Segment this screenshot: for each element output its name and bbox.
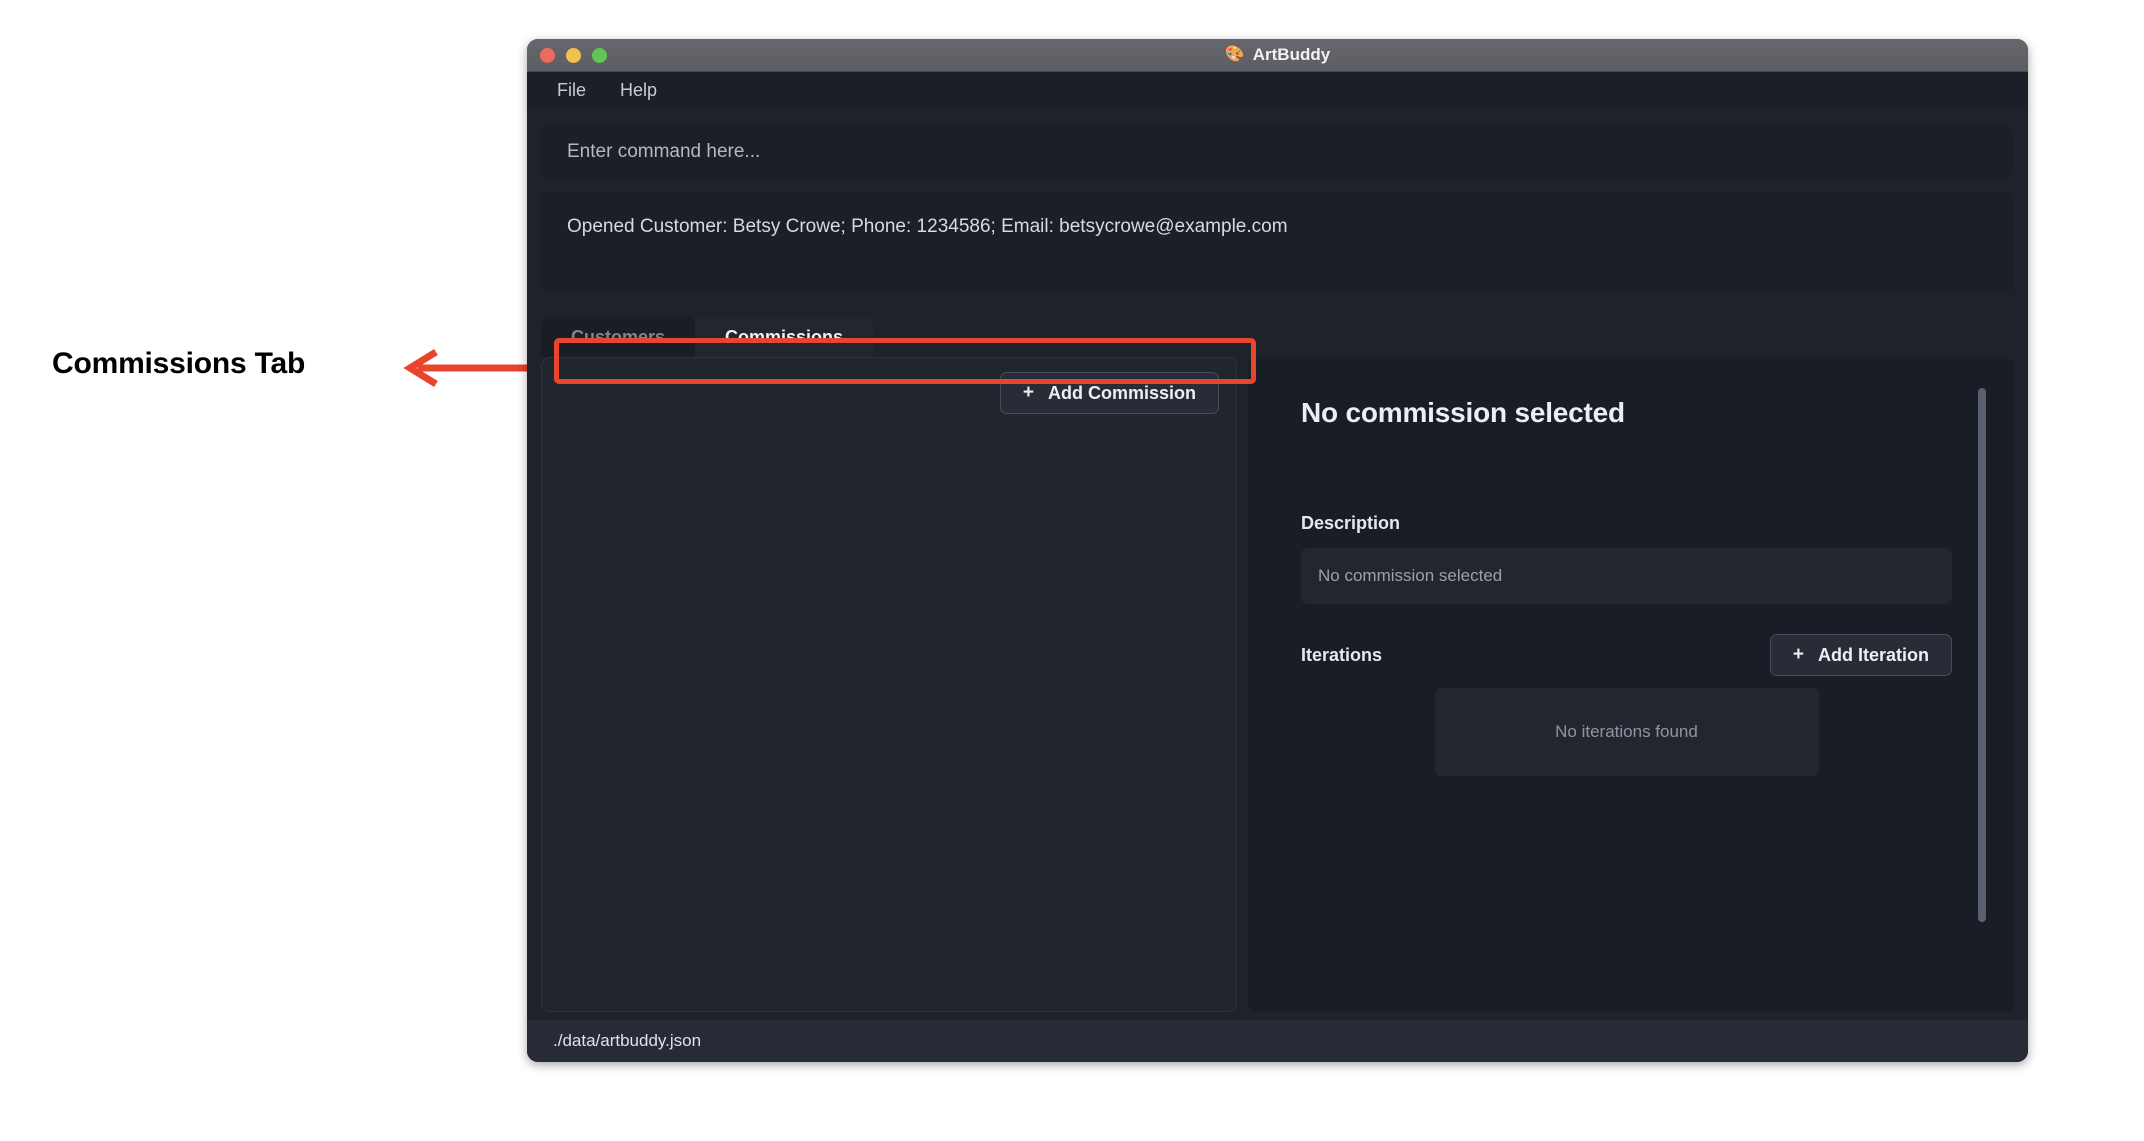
window-title-group: 🎨 ArtBuddy — [527, 45, 2028, 65]
tab-content: + Add Commission No commission selected … — [541, 357, 2014, 1020]
maximize-window-button[interactable] — [592, 47, 607, 63]
iterations-label: Iterations — [1301, 644, 1383, 665]
commission-detail-panel: No commission selected Description No co… — [1248, 357, 2014, 1012]
screenshot-canvas: Commissions Tab 🎨 ArtBuddy File Help Ent… — [0, 0, 2144, 1141]
window-title: ArtBuddy — [1252, 45, 1331, 64]
plus-icon: + — [1022, 382, 1034, 403]
description-section: Description No commission selected — [1301, 513, 1952, 604]
detail-panel-scrollbar[interactable] — [1978, 388, 1986, 922]
menu-bar: File Help — [527, 72, 2028, 109]
add-commission-label: Add Commission — [1047, 382, 1196, 403]
status-output-panel: Opened Customer: Betsy Crowe; Phone: 123… — [541, 192, 2014, 292]
plus-icon: + — [1792, 644, 1804, 665]
menu-item-file[interactable]: File — [545, 76, 598, 105]
add-commission-button[interactable]: + Add Commission — [999, 372, 1219, 414]
scrollbar-thumb[interactable] — [1978, 388, 1986, 922]
window-titlebar: 🎨 ArtBuddy — [527, 39, 2028, 72]
status-message: Opened Customer: Betsy Crowe; Phone: 123… — [567, 216, 1288, 237]
command-input[interactable]: Enter command here... — [541, 126, 2014, 178]
add-iteration-button[interactable]: + Add Iteration — [1769, 634, 1952, 676]
commission-detail-title: No commission selected — [1301, 397, 1625, 428]
app-window: 🎨 ArtBuddy File Help Enter command here.… — [527, 39, 2028, 1062]
commission-list[interactable] — [559, 414, 1219, 997]
window-body: Enter command here... Opened Customer: B… — [527, 109, 2028, 1020]
add-iteration-label: Add Iteration — [1818, 644, 1929, 665]
tab-strip: Customers Commissions — [541, 317, 2014, 357]
description-label: Description — [1301, 513, 1401, 533]
minimize-window-button[interactable] — [566, 47, 581, 63]
iterations-header: Iterations + Add Iteration — [1301, 634, 1952, 676]
commission-detail-content: No commission selected Description No co… — [1248, 357, 2014, 1012]
iterations-empty-state: No iterations found — [1434, 688, 1819, 776]
tab-customers[interactable]: Customers — [541, 317, 696, 357]
description-input[interactable]: No commission selected — [1301, 548, 1952, 604]
annotation-label: Commissions Tab — [52, 347, 306, 380]
status-bar: ./data/artbuddy.json — [527, 1020, 2028, 1062]
commission-list-panel: + Add Commission — [541, 357, 1237, 1012]
menu-item-help[interactable]: Help — [608, 76, 669, 105]
tab-strip-filler — [873, 317, 2014, 357]
iterations-list: No iterations found — [1301, 688, 1952, 776]
close-window-button[interactable] — [540, 47, 555, 63]
palette-icon: 🎨 — [1224, 46, 1245, 63]
file-path-label: ./data/artbuddy.json — [553, 1031, 702, 1050]
tab-commissions[interactable]: Commissions — [695, 317, 874, 357]
traffic-light-group — [540, 47, 607, 63]
